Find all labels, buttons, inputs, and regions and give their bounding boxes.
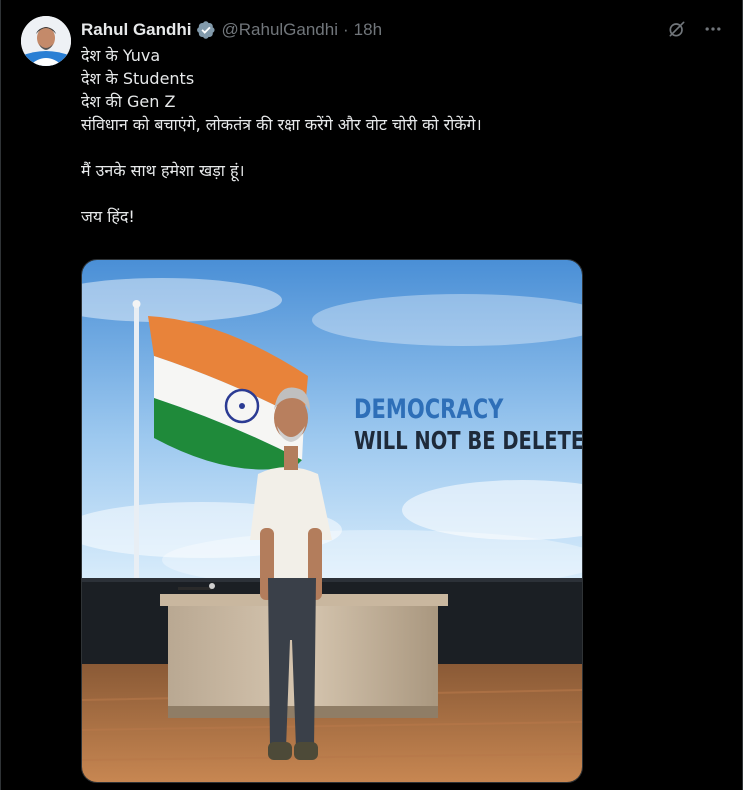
user-handle[interactable]: @RahulGandhi: [222, 20, 339, 40]
media-headline-1: DEMOCRACY: [354, 394, 504, 425]
separator-dot: ·: [343, 20, 349, 39]
post-text-line: जय हिंद!: [81, 207, 135, 226]
avatar-image: [21, 16, 71, 66]
more-icon[interactable]: [702, 18, 724, 40]
post-text-line: देश के Yuva: [81, 46, 161, 65]
post-text-blank-line: [81, 136, 721, 159]
post-text-line: संविधान को बचाएंगे, लोकतंत्र की रक्षा कर…: [81, 115, 482, 134]
post-media-image[interactable]: DEMOCRACY WILL NOT BE DELETED: [81, 259, 583, 783]
media-headline-2: WILL NOT BE DELETED: [354, 426, 583, 455]
post-text: देश के Yuva देश के Students देश की Gen Z…: [81, 44, 721, 228]
post-text-line: मैं उनके साथ हमेशा खड़ा हूं।: [81, 161, 245, 180]
grok-icon[interactable]: [666, 18, 688, 40]
post-text-line: देश के Students: [81, 69, 195, 88]
verified-badge-icon: [196, 20, 216, 40]
tweet: Rahul Gandhi @RahulGandhi · 18h देश के Y…: [0, 0, 743, 790]
display-name[interactable]: Rahul Gandhi: [81, 20, 192, 40]
media-photo: [82, 260, 582, 782]
post-header: Rahul Gandhi @RahulGandhi · 18h: [81, 18, 382, 42]
post-timestamp[interactable]: 18h: [354, 20, 382, 40]
avatar[interactable]: [21, 16, 71, 66]
post-actions-top: [666, 18, 724, 40]
post-text-line: देश की Gen Z: [81, 92, 176, 111]
post-text-blank-line: [81, 182, 721, 205]
